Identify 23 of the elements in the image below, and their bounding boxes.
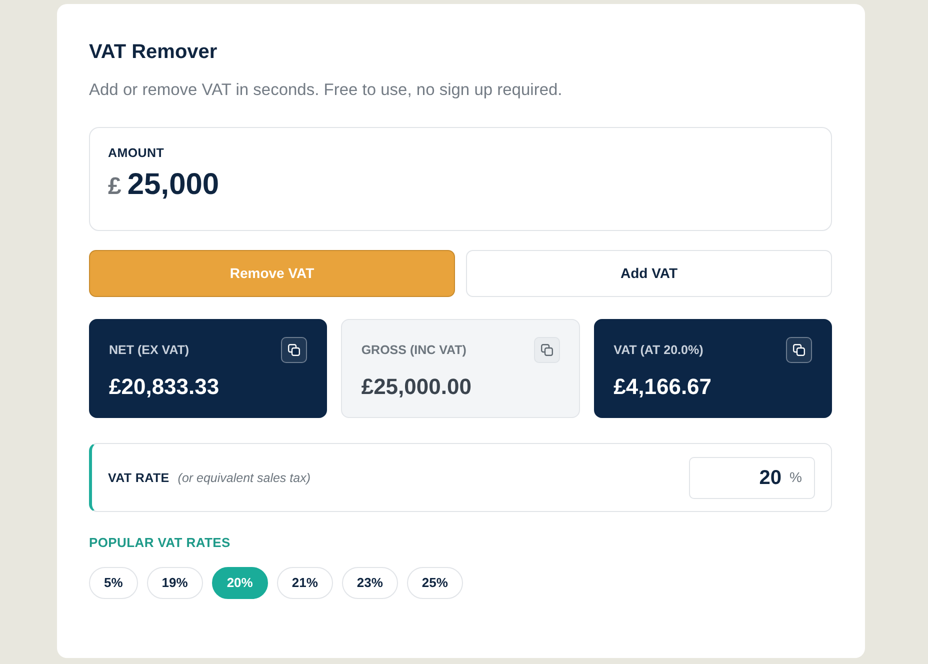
popular-rates-heading: POPULAR VAT RATES [89,535,232,551]
copy-icon [288,344,300,356]
rate-chip[interactable]: 19% [146,567,203,599]
mode-button[interactable]: Add VAT [466,250,832,297]
rate-chip[interactable]: 23% [342,567,398,599]
result-label: GROSS (INC VAT) [361,342,466,359]
page-title: VAT Remover [89,40,218,64]
rate-chip[interactable]: 21% [276,567,333,599]
rate-chip[interactable]: 5% [89,567,138,599]
amount-input[interactable]: £ 25,000 [108,167,220,205]
copy-icon [792,344,805,356]
result-label: VAT (AT 20.0%) [614,342,704,359]
rate-chip[interactable]: 25% [406,567,463,599]
result-value: £20,833.33 [109,373,220,401]
result-value: £4,166.67 [614,373,713,401]
copy-icon [540,344,553,356]
amount-label: AMOUNT [108,145,166,161]
rate-label: VAT RATE [108,470,170,484]
result-label: NET (EX VAT) [109,342,190,359]
result-value: £25,000.00 [361,373,472,401]
page-subtitle: Add or remove VAT in seconds. Free to use, no sign up required. [89,80,564,101]
rate-note: (or equivalent sales tax) [178,470,310,484]
rate-input[interactable]: 20 % [689,456,815,498]
